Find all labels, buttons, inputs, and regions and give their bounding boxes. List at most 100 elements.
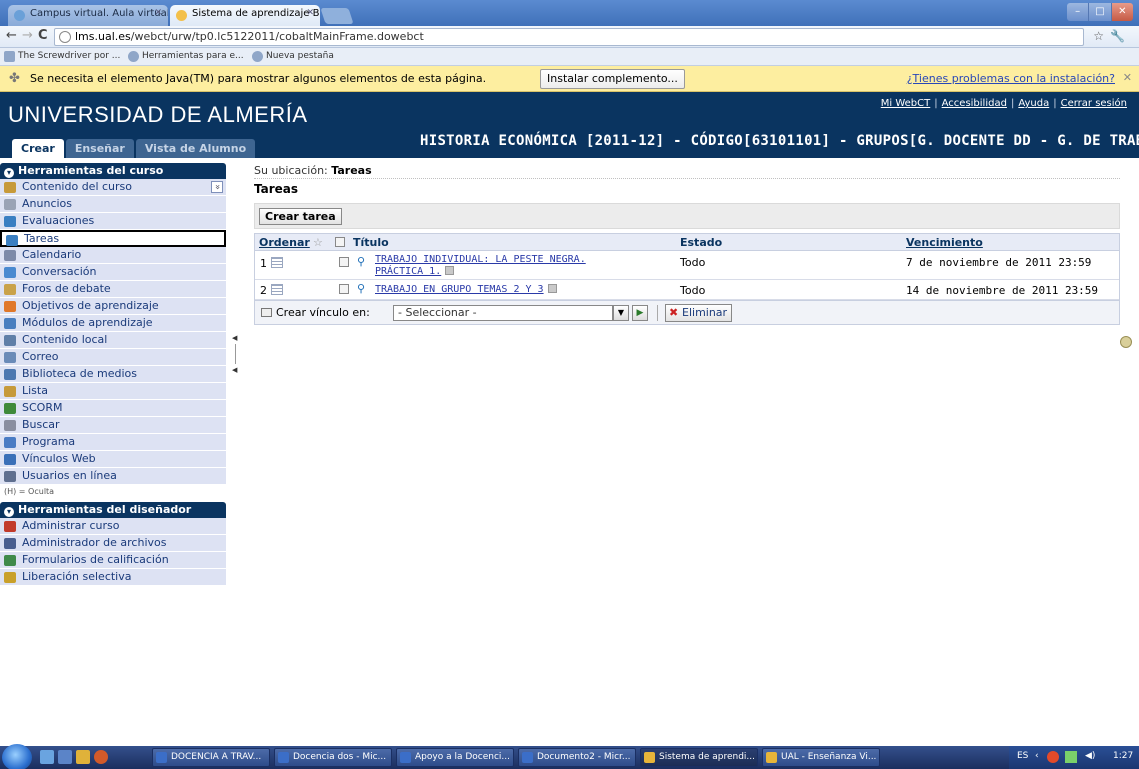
- course-tools-header[interactable]: ▾ Herramientas del curso: [0, 163, 226, 179]
- minimize-icon[interactable]: –: [1067, 3, 1090, 21]
- sidebar-item[interactable]: Liberación selectiva: [0, 569, 226, 586]
- tray-app-icon[interactable]: [1047, 751, 1059, 763]
- row-checkbox[interactable]: [339, 257, 349, 267]
- sidebar-item-label: Administrar curso: [22, 519, 120, 532]
- taskbar-button[interactable]: Docencia dos - Mic...: [274, 748, 392, 767]
- due-column-header[interactable]: Vencimiento: [906, 236, 983, 249]
- back-arrow-icon[interactable]: ←: [6, 28, 17, 43]
- tab-vista-alumno[interactable]: Vista de Alumno: [135, 139, 256, 158]
- taskbar-button[interactable]: DOCENCIA A TRAV...: [152, 748, 270, 767]
- assignment-title-link[interactable]: TRABAJO INDIVIDUAL: LA PESTE NEGRA. PRÁCT…: [375, 254, 586, 278]
- taskbar-button[interactable]: Documento2 - Micr...: [518, 748, 636, 767]
- sidebar-item[interactable]: Módulos de aprendizaje: [0, 315, 226, 332]
- create-assignment-button[interactable]: Crear tarea: [259, 208, 342, 225]
- sidebar-item[interactable]: Formularios de calificación: [0, 552, 226, 569]
- sidebar-item[interactable]: Lista: [0, 383, 226, 400]
- close-icon[interactable]: ✕: [154, 8, 162, 18]
- row-order: 2: [260, 284, 267, 297]
- link-target-select[interactable]: - Seleccionar -: [393, 305, 613, 321]
- tray-arrow-icon[interactable]: ‹: [1035, 751, 1039, 761]
- quicklaunch-icon[interactable]: [94, 750, 108, 764]
- my-webct-link[interactable]: Mi WebCT: [881, 98, 930, 109]
- bookmark-item[interactable]: Nueva pestaña: [252, 51, 334, 62]
- sidebar-item[interactable]: SCORM: [0, 400, 226, 417]
- sidebar-item[interactable]: Buscar: [0, 417, 226, 434]
- sidebar-item[interactable]: Conversación: [0, 264, 226, 281]
- start-button[interactable]: [2, 744, 32, 769]
- quicklaunch-icon[interactable]: [58, 750, 72, 764]
- taskbar-app-icon: [278, 752, 289, 763]
- tab-ensenar[interactable]: Enseñar: [65, 139, 134, 158]
- tray-network-icon[interactable]: [1065, 751, 1077, 763]
- collapse-left-icon[interactable]: ◀: [232, 366, 237, 374]
- infobar-message: Se necesita el elemento Java(TM) para mo…: [30, 72, 487, 85]
- tab-crear[interactable]: Crear: [12, 139, 64, 158]
- logout-link[interactable]: Cerrar sesión: [1061, 98, 1127, 109]
- browser-tab-campus[interactable]: Campus virtual. Aula virtual ✕: [8, 5, 168, 26]
- browser-tab-sistema[interactable]: Sistema de aprendizaje Blac ✕: [170, 5, 320, 26]
- objectives-icon: [4, 301, 16, 312]
- row-checkbox[interactable]: [339, 284, 349, 294]
- clock[interactable]: 1:27: [1113, 751, 1133, 761]
- select-all-checkbox[interactable]: [335, 237, 345, 247]
- maximize-icon[interactable]: □: [1089, 3, 1112, 21]
- sidebar-splitter[interactable]: ◀ ◀: [232, 334, 238, 374]
- bookmark-item[interactable]: The Screwdriver por ...: [4, 51, 120, 62]
- sidebar-item[interactable]: Contenido local: [0, 332, 226, 349]
- language-indicator[interactable]: ES: [1017, 751, 1028, 761]
- sidebar-item[interactable]: Usuarios en línea: [0, 468, 226, 485]
- close-icon[interactable]: ✕: [1123, 71, 1132, 84]
- sidebar-item[interactable]: Contenido del curso »: [0, 179, 226, 196]
- quicklaunch-icon[interactable]: [76, 750, 90, 764]
- sidebar-item[interactable]: Objetivos de aprendizaje: [0, 298, 226, 315]
- volume-icon[interactable]: ◀): [1085, 751, 1095, 761]
- accessibility-link[interactable]: Accesibilidad: [942, 98, 1007, 109]
- reorder-grid-icon[interactable]: [271, 257, 283, 268]
- forward-arrow-icon[interactable]: →: [22, 28, 33, 43]
- reload-icon[interactable]: C: [38, 28, 48, 43]
- collapse-icon[interactable]: »: [211, 181, 223, 193]
- sidebar-item-label: Buscar: [22, 418, 60, 431]
- help-link[interactable]: Ayuda: [1018, 98, 1049, 109]
- assignment-title-link[interactable]: TRABAJO EN GRUPO TEMAS 2 Y 3: [375, 284, 557, 296]
- taskbar-button[interactable]: Apoyo a la Docenci...: [396, 748, 514, 767]
- course-content-icon: [4, 182, 16, 193]
- quicklaunch-icon[interactable]: [40, 750, 54, 764]
- chevron-down-icon[interactable]: ▼: [613, 305, 629, 321]
- sidebar-item[interactable]: Administrador de archivos: [0, 535, 226, 552]
- reorder-grid-icon[interactable]: [271, 284, 283, 295]
- sidebar-item-label: Lista: [22, 384, 48, 397]
- collapse-left-icon[interactable]: ◀: [232, 334, 237, 342]
- bookmark-item[interactable]: Herramientas para e...: [128, 51, 244, 62]
- help-icon[interactable]: [1120, 336, 1132, 348]
- install-help-link[interactable]: ¿Tienes problemas con la instalación?: [907, 72, 1115, 85]
- sidebar-item[interactable]: Tareas: [0, 230, 226, 247]
- address-bar[interactable]: lms.ual.es/webct/urw/tp0.lc5122011/cobal…: [54, 28, 1084, 46]
- sidebar-item[interactable]: Programa: [0, 434, 226, 451]
- taskbar-app-icon: [644, 752, 655, 763]
- sidebar-item[interactable]: Evaluaciones: [0, 213, 226, 230]
- action-menu-icon[interactable]: [547, 284, 557, 293]
- taskbar-button[interactable]: UAL - Enseñanza Vi...: [762, 748, 880, 767]
- order-column-header[interactable]: Ordenar: [259, 236, 310, 249]
- sidebar-item[interactable]: Anuncios: [0, 196, 226, 213]
- sidebar-item[interactable]: Foros de debate: [0, 281, 226, 298]
- new-tab-button[interactable]: [320, 8, 354, 24]
- install-plugin-button[interactable]: Instalar complemento...: [540, 69, 685, 89]
- sidebar-item[interactable]: Biblioteca de medios: [0, 366, 226, 383]
- action-menu-icon[interactable]: [445, 266, 455, 275]
- delete-button[interactable]: ✖ Eliminar: [665, 304, 733, 322]
- sidebar-item[interactable]: Administrar curso: [0, 518, 226, 535]
- taskbar-app-icon: [522, 752, 533, 763]
- sidebar-item[interactable]: Calendario: [0, 247, 226, 264]
- sidebar-item-label: Anuncios: [22, 197, 73, 210]
- taskbar-button[interactable]: Sistema de aprendi...: [640, 748, 758, 767]
- go-arrow-button[interactable]: ▶: [632, 305, 648, 321]
- close-icon[interactable]: ✕: [306, 8, 314, 18]
- designer-tools-header[interactable]: ▾ Herramientas del diseñador: [0, 502, 226, 518]
- sidebar-item[interactable]: Vínculos Web: [0, 451, 226, 468]
- bookmark-star-icon[interactable]: ☆🔧: [1093, 29, 1131, 43]
- manage-course-icon: [4, 521, 16, 532]
- sidebar-item[interactable]: Correo: [0, 349, 226, 366]
- close-window-icon[interactable]: ✕: [1111, 3, 1133, 21]
